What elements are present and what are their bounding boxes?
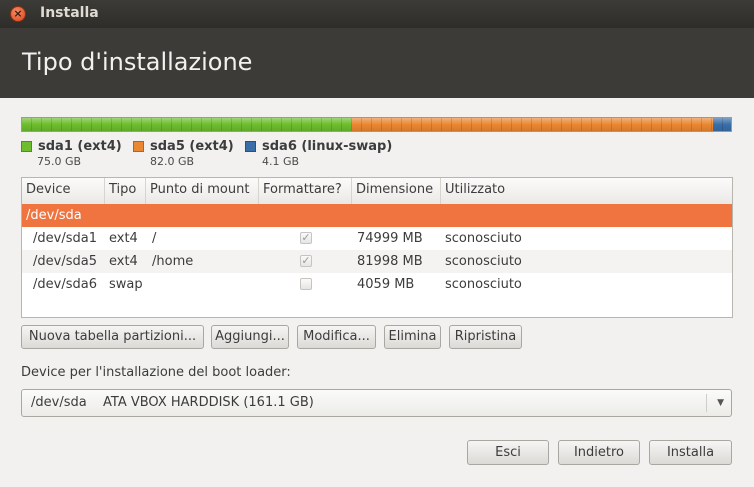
format-checkbox[interactable]: ✓ bbox=[300, 232, 312, 244]
cell-device: /dev/sda6 bbox=[33, 277, 97, 292]
table-row[interactable]: /dev/sda5 ext4 /home ✓ 81998 MB sconosci… bbox=[22, 250, 732, 273]
legend-size: 75.0 GB bbox=[37, 155, 82, 168]
legend-label: sda5 (ext4) bbox=[150, 139, 234, 154]
partition-bar-segment-sda5 bbox=[352, 118, 713, 131]
window-title: Installa bbox=[40, 5, 99, 21]
column-header-mount[interactable]: Punto di mount bbox=[146, 178, 259, 204]
bootloader-device-select[interactable]: /dev/sda ATA VBOX HARDDISK (161.1 GB) ▼ bbox=[21, 389, 732, 417]
legend-swatch bbox=[133, 141, 144, 152]
partition-bar-segment-sda6 bbox=[712, 118, 731, 131]
bootloader-label: Device per l'installazione del boot load… bbox=[21, 365, 291, 380]
legend-swatch bbox=[245, 141, 256, 152]
cell-used: sconosciuto bbox=[445, 254, 522, 269]
revert-button[interactable]: Ripristina bbox=[449, 325, 522, 349]
add-partition-button[interactable]: Aggiungi... bbox=[211, 325, 289, 349]
quit-button[interactable]: Esci bbox=[467, 440, 549, 465]
new-partition-table-button[interactable]: Nuova tabella partizioni... bbox=[21, 325, 204, 349]
format-checkbox[interactable]: ✓ bbox=[300, 255, 312, 267]
title-bar: × Installa bbox=[0, 0, 754, 28]
bootloader-description: ATA VBOX HARDDISK (161.1 GB) bbox=[103, 395, 314, 410]
table-row-disk[interactable]: /dev/sda bbox=[22, 204, 732, 227]
partition-bar bbox=[21, 117, 732, 132]
column-header-used[interactable]: Utilizzato bbox=[441, 178, 732, 204]
cell-size: 4059 MB bbox=[357, 277, 415, 292]
cell-device: /dev/sda bbox=[26, 208, 82, 223]
legend-size: 4.1 GB bbox=[262, 155, 300, 168]
partition-table[interactable]: Device Tipo Punto di mount Formattare? D… bbox=[21, 177, 733, 318]
column-header-size[interactable]: Dimensione bbox=[352, 178, 441, 204]
installer-window: × Installa Tipo d'installazione sda1 (ex… bbox=[0, 0, 754, 487]
cell-used: sconosciuto bbox=[445, 277, 522, 292]
chevron-down-icon: ▼ bbox=[717, 398, 724, 408]
page-header: Tipo d'installazione bbox=[0, 28, 754, 98]
legend-item-sda1: sda1 (ext4) 75.0 GB bbox=[21, 139, 122, 168]
combo-separator bbox=[706, 394, 707, 412]
cell-type: ext4 bbox=[109, 254, 138, 269]
cell-mount: /home bbox=[152, 254, 194, 269]
cell-used: sconosciuto bbox=[445, 231, 522, 246]
legend-swatch bbox=[21, 141, 32, 152]
bootloader-device: /dev/sda bbox=[31, 395, 87, 410]
edit-partition-button[interactable]: Modifica... bbox=[297, 325, 376, 349]
back-button[interactable]: Indietro bbox=[558, 440, 640, 465]
format-checkbox[interactable] bbox=[300, 278, 312, 290]
cell-device: /dev/sda1 bbox=[33, 231, 97, 246]
table-header: Device Tipo Punto di mount Formattare? D… bbox=[22, 178, 732, 205]
close-icon[interactable]: × bbox=[10, 6, 26, 22]
legend-label: sda6 (linux-swap) bbox=[262, 139, 393, 154]
cell-size: 81998 MB bbox=[357, 254, 423, 269]
legend-item-sda5: sda5 (ext4) 82.0 GB bbox=[133, 139, 234, 168]
install-button[interactable]: Installa bbox=[649, 440, 732, 465]
cell-device: /dev/sda5 bbox=[33, 254, 97, 269]
legend-item-sda6: sda6 (linux-swap) 4.1 GB bbox=[245, 139, 392, 168]
cell-size: 74999 MB bbox=[357, 231, 423, 246]
column-header-format[interactable]: Formattare? bbox=[259, 178, 352, 204]
cell-mount: / bbox=[152, 231, 157, 246]
partition-bar-segment-sda1 bbox=[22, 118, 353, 131]
cell-type: swap bbox=[109, 277, 143, 292]
column-header-device[interactable]: Device bbox=[22, 178, 105, 204]
column-header-type[interactable]: Tipo bbox=[105, 178, 146, 204]
legend-label: sda1 (ext4) bbox=[38, 139, 122, 154]
page-title: Tipo d'installazione bbox=[22, 48, 253, 76]
delete-partition-button[interactable]: Elimina bbox=[384, 325, 441, 349]
table-row[interactable]: /dev/sda6 swap 4059 MB sconosciuto bbox=[22, 273, 732, 296]
cell-type: ext4 bbox=[109, 231, 138, 246]
legend-size: 82.0 GB bbox=[150, 155, 195, 168]
table-row[interactable]: /dev/sda1 ext4 / ✓ 74999 MB sconosciuto bbox=[22, 227, 732, 250]
